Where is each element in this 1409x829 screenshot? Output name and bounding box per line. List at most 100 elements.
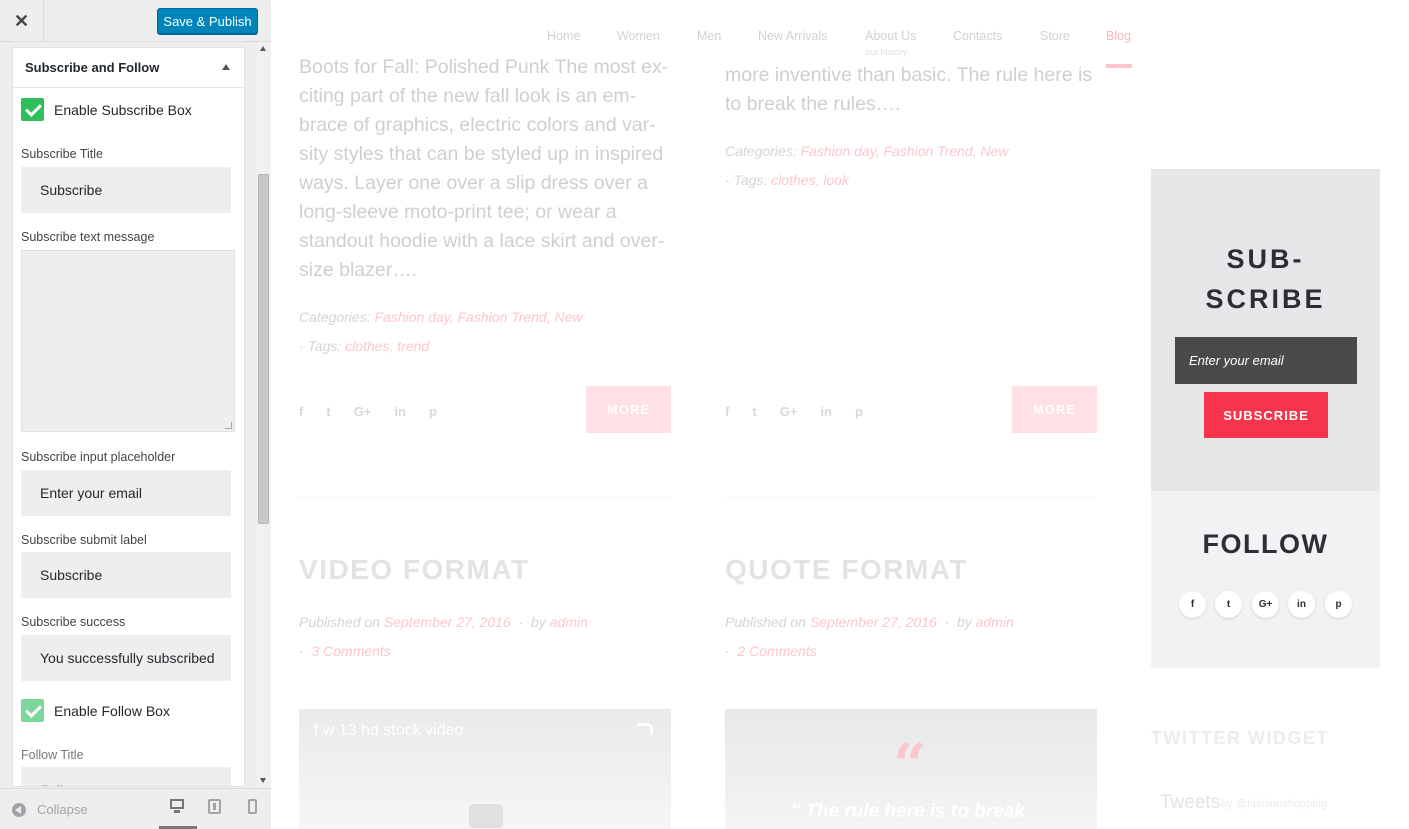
success-input[interactable]: You successfully subscribed xyxy=(21,635,231,681)
quote-text: " The rule here is to break xyxy=(791,801,1025,822)
tablet-preview-icon[interactable] xyxy=(208,799,221,814)
follow-title-input[interactable]: Follow xyxy=(21,767,231,786)
comments-link[interactable]: 2 Comments xyxy=(737,643,816,659)
section-header[interactable]: Subscribe and Follow xyxy=(13,48,244,88)
enable-subscribe-checkbox[interactable] xyxy=(21,98,44,121)
nav-subtitle: our history xyxy=(865,47,908,57)
video-player[interactable]: f w 13 hd stock video xyxy=(299,709,671,829)
collapse-label: Collapse xyxy=(37,802,88,817)
google-plus-icon[interactable]: G+ xyxy=(354,404,372,419)
close-icon[interactable]: ✕ xyxy=(0,0,44,42)
nav-item-contacts[interactable]: Contacts xyxy=(953,29,1002,43)
customizer-header: ✕ Save & Publish xyxy=(0,0,271,42)
published-label: Published on xyxy=(725,614,806,630)
excerpt-line: sity styles that can be styled up in ins… xyxy=(299,143,664,165)
quote-post-title[interactable]: QUOTE FORMAT xyxy=(725,554,968,586)
excerpt-line: size blazer…. xyxy=(299,259,418,281)
scroll-up-icon[interactable] xyxy=(260,46,266,51)
facebook-icon[interactable]: f xyxy=(299,404,303,419)
post-date[interactable]: September 27, 2016 xyxy=(384,614,511,630)
pinterest-icon[interactable]: p xyxy=(429,404,437,419)
follow-widget-title: FOLLOW xyxy=(1202,529,1329,559)
pinterest-icon[interactable]: p xyxy=(855,404,863,419)
mobile-preview-icon[interactable] xyxy=(248,799,257,814)
subscribe-follow-panel: Subscribe and Follow Enable Subscribe Bo… xyxy=(12,47,245,787)
post-author[interactable]: admin xyxy=(550,614,588,630)
success-label: Subscribe success xyxy=(21,615,126,629)
subscribe-title-line: SUB- xyxy=(1226,244,1305,274)
subscribe-button[interactable]: SUBSCRIBE xyxy=(1204,392,1328,438)
post1-more-button[interactable]: MORE xyxy=(586,386,671,433)
subscribe-title-input[interactable]: Subscribe xyxy=(21,167,231,213)
categories-links[interactable]: Fashion day, Fashion Trend, New xyxy=(800,143,1008,159)
enable-follow-checkbox[interactable] xyxy=(21,699,44,722)
submit-label-input[interactable]: Subscribe xyxy=(21,552,231,598)
video-title[interactable]: f w 13 hd stock video xyxy=(314,722,463,740)
subscribe-text-textarea[interactable] xyxy=(21,250,235,432)
quote-post-comments: · 2 Comments xyxy=(725,643,817,659)
linkedin-icon[interactable]: in xyxy=(1288,591,1315,618)
excerpt-line: long-sleeve moto-print tee; or wear a xyxy=(299,201,617,223)
twitter-icon[interactable]: t xyxy=(752,404,756,419)
post-date[interactable]: September 27, 2016 xyxy=(810,614,937,630)
enable-follow-row[interactable]: Enable Follow Box xyxy=(21,699,170,722)
panel-scrollbar[interactable] xyxy=(257,42,271,787)
nav-item-women[interactable]: Women xyxy=(617,29,660,43)
google-plus-icon[interactable]: G+ xyxy=(1252,591,1279,618)
nav-item-store[interactable]: Store xyxy=(1040,29,1070,43)
categories-links[interactable]: Fashion day, Fashion Trend, New xyxy=(374,309,582,325)
desktop-preview-icon[interactable] xyxy=(170,799,184,815)
excerpt-line: more inventive than basic. The rule here… xyxy=(725,64,1093,86)
subscribe-widget: SUB- SCRIBE Enter your email SUBSCRIBE xyxy=(1151,169,1380,491)
by-label: by xyxy=(530,614,546,630)
post-author[interactable]: admin xyxy=(976,614,1014,630)
tags-label: Tags: xyxy=(307,338,342,354)
excerpt-line: Boots for Fall: Polished Punk The most e… xyxy=(299,56,669,78)
google-plus-icon[interactable]: G+ xyxy=(780,404,798,419)
nav-active-indicator xyxy=(1106,64,1132,68)
subscribe-title-line: SCRIBE xyxy=(1205,284,1326,314)
follow-title-label: Follow Title xyxy=(21,748,84,762)
post2-more-button[interactable]: MORE xyxy=(1012,386,1097,433)
submit-label-label: Subscribe submit label xyxy=(21,533,147,547)
save-publish-button[interactable]: Save & Publish xyxy=(157,8,258,34)
twitter-widget-title: TWITTER WIDGET xyxy=(1151,728,1329,748)
pinterest-icon[interactable]: p xyxy=(1325,591,1352,618)
tags-links[interactable]: clothes, trend xyxy=(345,338,429,354)
linkedin-icon[interactable]: in xyxy=(394,404,406,419)
linkedin-icon[interactable]: in xyxy=(820,404,832,419)
excerpt-line: ways. Layer one over a slip dress over a xyxy=(299,172,649,194)
twitter-icon[interactable]: t xyxy=(326,404,330,419)
excerpt-line: citing part of the new fall look is an e… xyxy=(299,85,637,107)
tags-links[interactable]: clothes, look xyxy=(771,172,849,188)
collapse-button[interactable]: Collapse xyxy=(12,802,88,817)
customizer-footer: Collapse xyxy=(0,788,271,829)
facebook-icon[interactable]: f xyxy=(1179,591,1206,618)
facebook-icon[interactable]: f xyxy=(725,404,729,419)
enable-subscribe-row[interactable]: Enable Subscribe Box xyxy=(21,98,192,121)
placeholder-label: Subscribe input placeholder xyxy=(21,450,176,464)
subscribe-text-label: Subscribe text message xyxy=(21,230,155,244)
by-label: by xyxy=(956,614,972,630)
twitter-icon[interactable]: t xyxy=(1215,591,1242,618)
tweets-by-label[interactable]: by @fashionshopping xyxy=(1221,798,1327,810)
nav-item-new-arrivals[interactable]: New Arrivals xyxy=(758,29,827,43)
subscribe-email-input[interactable]: Enter your email xyxy=(1175,337,1357,384)
scrollbar-thumb[interactable] xyxy=(258,174,269,524)
placeholder-input[interactable]: Enter your email xyxy=(21,470,231,516)
comments-link[interactable]: 3 Comments xyxy=(311,643,390,659)
caret-up-icon[interactable] xyxy=(222,64,230,70)
nav-item-men[interactable]: Men xyxy=(697,29,721,43)
share-arrow-icon[interactable] xyxy=(637,723,653,735)
tweets-label[interactable]: Tweets xyxy=(1160,792,1220,814)
nav-item-home[interactable]: Home xyxy=(547,29,580,43)
enable-follow-label: Enable Follow Box xyxy=(54,702,170,719)
play-icon[interactable] xyxy=(469,804,503,828)
nav-item-blog[interactable]: Blog xyxy=(1106,29,1131,43)
resize-grip-icon[interactable] xyxy=(225,422,232,429)
video-post-title[interactable]: VIDEO FORMAT xyxy=(299,554,530,586)
video-post-meta: Published on September 27, 2016 · by adm… xyxy=(299,614,588,630)
post2-tags: · Tags: clothes, look xyxy=(725,172,850,188)
nav-item-about-us[interactable]: About Us xyxy=(865,29,916,43)
scroll-down-icon[interactable] xyxy=(260,778,266,783)
